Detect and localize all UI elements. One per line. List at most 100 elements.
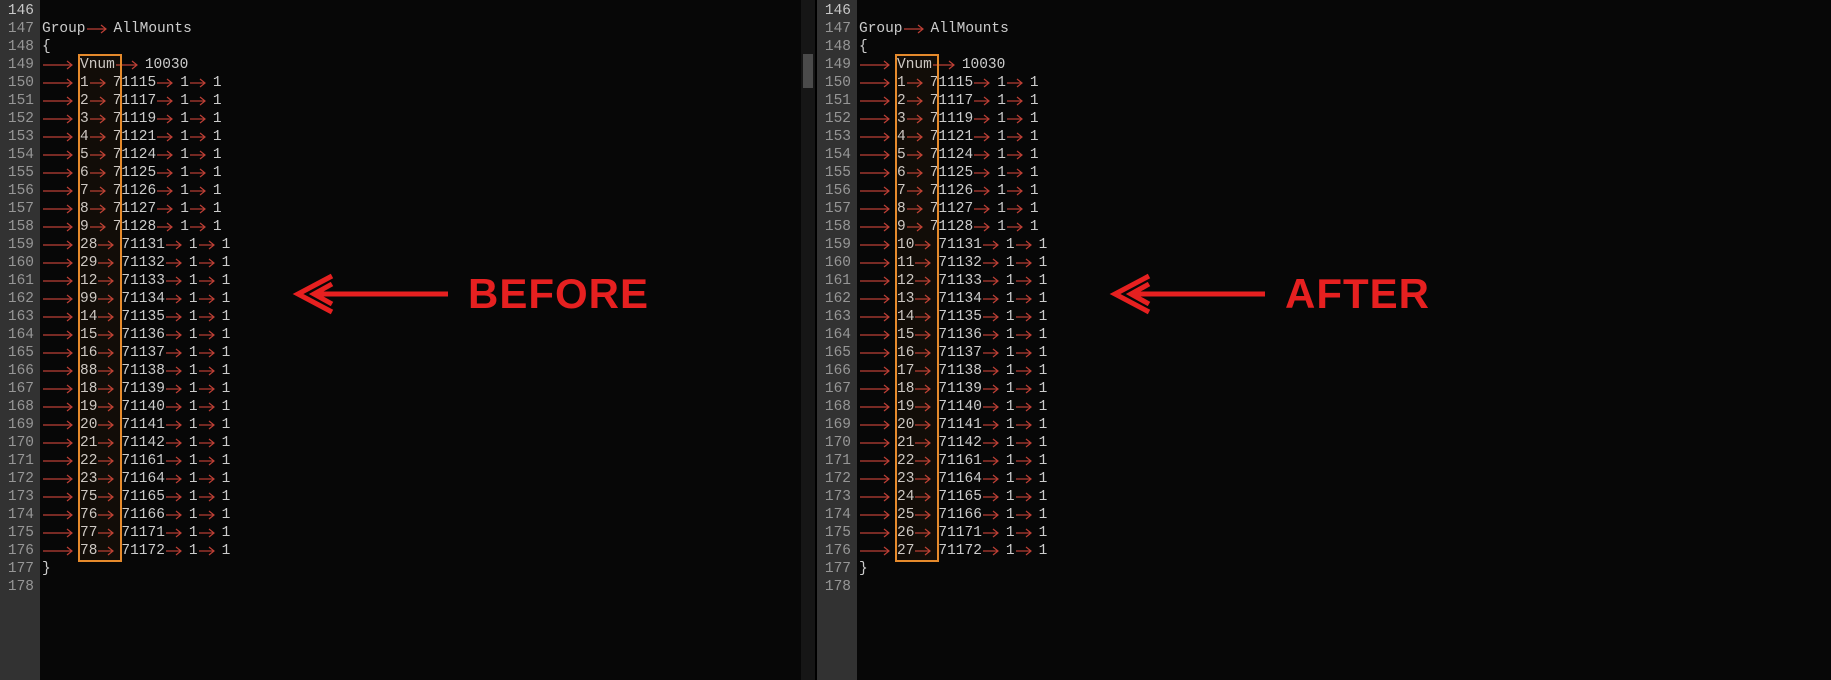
line-number: 166	[821, 362, 851, 380]
tab-arrow-icon	[198, 366, 222, 376]
tab-arrow-icon	[859, 60, 897, 70]
code-line: 4 71121 1 1	[42, 128, 815, 146]
code-line: 17 71138 1 1	[859, 362, 1831, 380]
tab-arrow-icon	[914, 420, 938, 430]
code-line: 20 71141 1 1	[42, 416, 815, 434]
tab-arrow-icon	[914, 330, 938, 340]
code-line: 16 71137 1 1	[859, 344, 1831, 362]
tab-arrow-icon	[198, 240, 222, 250]
tab-arrow-icon	[189, 186, 213, 196]
code-line: 76 71166 1 1	[42, 506, 815, 524]
line-number: 157	[4, 200, 34, 218]
tab-arrow-icon	[198, 312, 222, 322]
code-line: 1 71115 1 1	[42, 74, 815, 92]
tab-arrow-icon	[189, 204, 213, 214]
tab-arrow-icon	[1015, 384, 1039, 394]
code-area[interactable]: Group AllMounts{ Vnum 10030 1 71115 1 1 …	[857, 0, 1831, 680]
tab-arrow-icon	[165, 276, 189, 286]
line-number: 155	[821, 164, 851, 182]
tab-arrow-icon	[42, 96, 80, 106]
tab-arrow-icon	[42, 114, 80, 124]
tab-arrow-icon	[156, 150, 180, 160]
tab-arrow-icon	[973, 150, 997, 160]
code-line: {	[859, 38, 1831, 56]
line-number: 157	[821, 200, 851, 218]
line-number: 178	[821, 578, 851, 596]
tab-arrow-icon	[982, 456, 1006, 466]
tab-arrow-icon	[156, 132, 180, 142]
tab-arrow-icon	[859, 204, 897, 214]
code-line: 88 71138 1 1	[42, 362, 815, 380]
tab-arrow-icon	[914, 276, 938, 286]
code-line: 12 71133 1 1	[859, 272, 1831, 290]
tab-arrow-icon	[1015, 366, 1039, 376]
tab-arrow-icon	[97, 276, 121, 286]
tab-arrow-icon	[89, 168, 113, 178]
tab-arrow-icon	[42, 528, 80, 538]
tab-arrow-icon	[859, 528, 897, 538]
vertical-scrollbar[interactable]	[801, 0, 815, 680]
line-number: 176	[4, 542, 34, 560]
code-area[interactable]: Group AllMounts{ Vnum 10030 1 71115 1 1 …	[40, 0, 815, 680]
tab-arrow-icon	[973, 168, 997, 178]
code-line: 28 71131 1 1	[42, 236, 815, 254]
tab-arrow-icon	[982, 294, 1006, 304]
tab-arrow-icon	[42, 78, 80, 88]
line-number: 156	[821, 182, 851, 200]
code-line: 4 71121 1 1	[859, 128, 1831, 146]
tab-arrow-icon	[97, 366, 121, 376]
tab-arrow-icon	[165, 510, 189, 520]
tab-arrow-icon	[97, 456, 121, 466]
code-line: Vnum 10030	[859, 56, 1831, 74]
scrollbar-thumb[interactable]	[803, 54, 813, 88]
right-editor-pane: 1461471481491501511521531541551561571581…	[817, 0, 1831, 680]
tab-arrow-icon	[165, 348, 189, 358]
tab-arrow-icon	[42, 240, 80, 250]
tab-arrow-icon	[89, 150, 113, 160]
tab-arrow-icon	[914, 402, 938, 412]
tab-arrow-icon	[973, 96, 997, 106]
line-number: 168	[821, 398, 851, 416]
tab-arrow-icon	[1006, 204, 1030, 214]
tab-arrow-icon	[86, 24, 114, 34]
line-number: 169	[4, 416, 34, 434]
tab-arrow-icon	[156, 78, 180, 88]
tab-arrow-icon	[42, 294, 80, 304]
tab-arrow-icon	[973, 186, 997, 196]
line-number: 165	[821, 344, 851, 362]
line-number: 163	[4, 308, 34, 326]
line-number: 162	[821, 290, 851, 308]
tab-arrow-icon	[165, 546, 189, 556]
tab-arrow-icon	[198, 330, 222, 340]
tab-arrow-icon	[1015, 294, 1039, 304]
tab-arrow-icon	[859, 402, 897, 412]
tab-arrow-icon	[914, 474, 938, 484]
tab-arrow-icon	[189, 150, 213, 160]
line-number: 167	[821, 380, 851, 398]
tab-arrow-icon	[42, 384, 80, 394]
tab-arrow-icon	[859, 114, 897, 124]
tab-arrow-icon	[42, 312, 80, 322]
line-number: 161	[4, 272, 34, 290]
line-number: 146	[821, 2, 851, 20]
code-line: 14 71135 1 1	[42, 308, 815, 326]
code-line: 3 71119 1 1	[42, 110, 815, 128]
line-number: 168	[4, 398, 34, 416]
tab-arrow-icon	[42, 330, 80, 340]
code-line: 77 71171 1 1	[42, 524, 815, 542]
tab-arrow-icon	[859, 348, 897, 358]
tab-arrow-icon	[198, 348, 222, 358]
tab-arrow-icon	[1015, 312, 1039, 322]
line-number: 177	[4, 560, 34, 578]
left-editor-pane: 1461471481491501511521531541551561571581…	[0, 0, 815, 680]
tab-arrow-icon	[1015, 474, 1039, 484]
line-number: 174	[4, 506, 34, 524]
tab-arrow-icon	[97, 240, 121, 250]
tab-arrow-icon	[89, 204, 113, 214]
tab-arrow-icon	[42, 186, 80, 196]
tab-arrow-icon	[859, 456, 897, 466]
tab-arrow-icon	[859, 258, 897, 268]
line-number: 160	[4, 254, 34, 272]
line-number-gutter: 1461471481491501511521531541551561571581…	[817, 0, 857, 680]
line-number: 165	[4, 344, 34, 362]
